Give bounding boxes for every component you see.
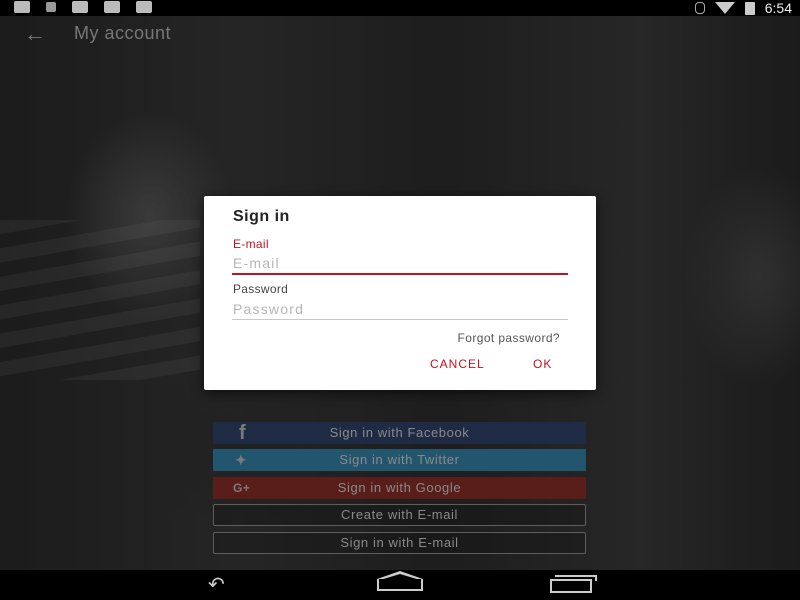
status-time: 6:54: [764, 0, 792, 16]
email-field-label: E-mail: [233, 237, 269, 251]
facebook-signin-button[interactable]: f Sign in with Facebook: [213, 422, 586, 444]
battery-icon: [744, 1, 755, 15]
email-field[interactable]: [232, 253, 568, 275]
system-nav-bar: ↶: [0, 570, 800, 600]
twitter-signin-button[interactable]: ✦ Sign in with Twitter: [213, 449, 586, 471]
youtube-notification-icon: [136, 1, 152, 13]
wifi-icon: [714, 2, 735, 14]
dialog-title: Sign in: [233, 208, 290, 225]
message-notification-icon: [72, 1, 88, 13]
download-notification-icon: [14, 1, 30, 13]
nav-recents-icon[interactable]: [550, 575, 597, 593]
google-signin-button[interactable]: G+ Sign in with Google: [213, 477, 586, 499]
google-signin-label: Sign in with Google: [337, 480, 462, 495]
status-bar: 6:54: [0, 0, 800, 16]
create-with-email-button[interactable]: Create with E-mail: [213, 504, 586, 526]
facebook-signin-label: Sign in with Facebook: [329, 425, 470, 440]
back-arrow-icon[interactable]: ←: [24, 23, 48, 45]
google-plus-icon: G+: [233, 481, 251, 495]
signin-with-email-label: Sign in with E-mail: [340, 535, 459, 550]
create-with-email-label: Create with E-mail: [341, 507, 458, 522]
forgot-password-link[interactable]: Forgot password?: [458, 331, 560, 345]
twitter-signin-label: Sign in with Twitter: [339, 452, 460, 467]
nav-back-icon[interactable]: ↶: [208, 575, 250, 595]
signin-dialog: Sign in E-mail Password Forgot password?…: [204, 196, 596, 390]
app-toolbar: ← My account: [0, 16, 800, 52]
facebook-icon: f: [239, 422, 247, 444]
signin-with-email-button[interactable]: Sign in with E-mail: [213, 532, 586, 554]
ok-button[interactable]: OK: [533, 357, 552, 371]
password-field-label: Password: [233, 282, 289, 296]
nav-home-icon[interactable]: [377, 571, 423, 591]
signal-notification-icon: [46, 2, 56, 12]
cancel-button[interactable]: CANCEL: [430, 357, 485, 371]
bluetooth-icon: [694, 2, 705, 14]
twitter-icon: ✦: [235, 452, 248, 468]
page-title: My account: [74, 23, 172, 43]
password-field[interactable]: [232, 298, 568, 320]
barcode-notification-icon: [104, 1, 120, 13]
